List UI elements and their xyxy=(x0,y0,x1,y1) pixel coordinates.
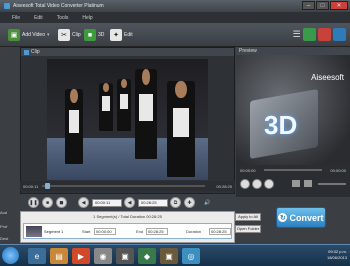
title-bar: Aiseesoft Total Video Converter Platinum… xyxy=(0,0,350,12)
segment-thumbnail xyxy=(26,226,42,237)
media-player-icon[interactable]: ▶ xyxy=(72,248,90,264)
pause-icon[interactable]: ❚❚ xyxy=(28,197,39,208)
end-time-field[interactable]: 00:28:25 xyxy=(138,199,168,207)
scrub-handle[interactable] xyxy=(45,183,50,189)
edit-button[interactable]: ✦ Edit xyxy=(110,28,133,42)
performer xyxy=(135,69,157,159)
play-icon[interactable] xyxy=(240,179,250,189)
add-video-icon: ▣ xyxy=(8,29,20,41)
toolbar: ▣ Add Video ▾ ✂ Clip ■ 3D ✦ Edit ☰ ≡ xyxy=(0,23,350,47)
new-clip-icon[interactable]: ✚ xyxy=(184,197,195,208)
performer xyxy=(167,81,195,177)
stop-end-icon[interactable]: ◼ xyxy=(56,197,67,208)
performer xyxy=(65,89,83,164)
preview-controls xyxy=(236,177,350,193)
clip-controls: ❚❚ ■ ◼ ◀ 00:00:11 ◀ 00:28:25 ⧉ ✚ 🔊 xyxy=(20,193,235,211)
magic-wand-icon: ✦ xyxy=(110,29,122,41)
settings-icon[interactable] xyxy=(333,28,346,41)
media-icon[interactable]: ▣ xyxy=(116,248,134,264)
performer xyxy=(99,83,113,131)
preview-title: Preview xyxy=(236,47,350,55)
menu-edit[interactable]: Edit xyxy=(34,15,43,21)
segment-duration-field[interactable]: 00:28:25 xyxy=(209,228,231,235)
chrome-icon[interactable]: ◉ xyxy=(94,248,112,264)
folder-icon[interactable] xyxy=(304,180,312,187)
ie-icon[interactable]: e xyxy=(28,248,46,264)
segment-panel: 1 Segment(s) / Total Duration 00:28:25 S… xyxy=(20,211,235,243)
aiseesoft-logo: Aiseesoft xyxy=(311,73,344,82)
clip-window-header: Clip xyxy=(21,48,234,56)
close-button[interactable]: ✕ xyxy=(330,1,348,10)
segment-start-field[interactable]: 00:00:00 xyxy=(94,228,116,235)
stop-icon[interactable] xyxy=(252,179,262,189)
clip-scrub-bar[interactable]: 00:00:11 00:28:25 xyxy=(20,181,235,191)
clip-button[interactable]: ✂ Clip xyxy=(58,28,81,42)
performer xyxy=(117,79,131,131)
system-tray: 09:32 p.m. 18/06/2013 xyxy=(327,249,347,261)
forward-icon[interactable] xyxy=(264,179,274,189)
open-folder-button[interactable]: Open Folder xyxy=(235,225,261,233)
aiseesoft-task-icon[interactable]: ◎ xyxy=(182,248,200,264)
snapshot-icon[interactable] xyxy=(292,180,300,187)
convert-icon: ↻ xyxy=(278,213,288,222)
total-time: 00:28:25 xyxy=(216,184,232,189)
window-title: Aiseesoft Total Video Converter Platinum xyxy=(13,3,104,9)
split-icon[interactable]: ⧉ xyxy=(170,197,181,208)
clock-date: 18/06/2013 xyxy=(326,255,347,260)
menu-file[interactable]: File xyxy=(12,15,20,21)
preview-panel: Preview Aiseesoft 3D 00:00:00 00:00:00 xyxy=(236,47,350,197)
segment-row[interactable]: Segment 1 Start 00:00:00 End 00:28:25 Du… xyxy=(23,223,232,239)
start-button[interactable] xyxy=(2,247,19,264)
segment-end-field[interactable]: 00:28:25 xyxy=(146,228,168,235)
window-controls: – □ ✕ xyxy=(302,1,348,10)
scissors-icon: ✂ xyxy=(58,29,70,41)
volume-slider[interactable] xyxy=(318,183,346,185)
clip-window-icon xyxy=(24,49,29,55)
preview-image: Aiseesoft 3D xyxy=(236,55,350,165)
video-player[interactable] xyxy=(47,59,208,180)
segment-total: 1 Segment(s) / Total Duration 00:28:25 xyxy=(93,214,162,219)
list-view-icon[interactable]: ☰ xyxy=(293,29,301,40)
stop-icon[interactable]: ■ xyxy=(42,197,53,208)
app-icon[interactable]: ◆ xyxy=(138,248,156,264)
snapshot-icon[interactable] xyxy=(303,28,316,41)
start-time-field[interactable]: 00:00:11 xyxy=(92,199,122,207)
3d-icon: ■ xyxy=(84,29,96,41)
volume-icon[interactable]: 🔊 xyxy=(202,197,213,208)
taskbar: e ▤ ▶ ◉ ▣ ◆ ▣ ◎ 09:32 p.m. 18/06/2013 xyxy=(0,244,350,266)
apply-to-all-button[interactable]: Apply to All xyxy=(235,213,261,221)
register-icon[interactable] xyxy=(318,28,331,41)
app-icon[interactable]: ▣ xyxy=(160,248,178,264)
current-time: 00:00:11 xyxy=(23,184,39,189)
chevron-down-icon: ▾ xyxy=(46,32,50,38)
right-toolbar-buttons xyxy=(303,28,346,41)
menu-bar: File Edit Tools Help xyxy=(0,12,350,23)
convert-button[interactable]: ↻ Convert xyxy=(276,207,326,228)
maximize-button[interactable]: □ xyxy=(316,1,329,10)
add-video-button[interactable]: ▣ Add Video ▾ xyxy=(8,28,50,42)
app-icon xyxy=(4,3,10,9)
set-end-icon[interactable]: ◀ xyxy=(124,197,135,208)
minimize-button[interactable]: – xyxy=(302,1,315,10)
preview-3d-text: 3D xyxy=(264,110,298,140)
set-start-icon[interactable]: ◀ xyxy=(78,197,89,208)
folder-icon[interactable]: ▤ xyxy=(50,248,68,264)
menu-help[interactable]: Help xyxy=(82,15,92,21)
preview-scrub-bar[interactable]: 00:00:00 00:00:00 xyxy=(236,165,350,175)
profile-label: Prof xyxy=(0,224,8,229)
destination-label: Dest xyxy=(0,236,9,241)
segment-label: Segment 1 xyxy=(44,229,64,234)
audio-label: Aud xyxy=(0,210,8,215)
menu-tools[interactable]: Tools xyxy=(57,15,69,21)
3d-button[interactable]: ■ 3D xyxy=(84,28,104,42)
